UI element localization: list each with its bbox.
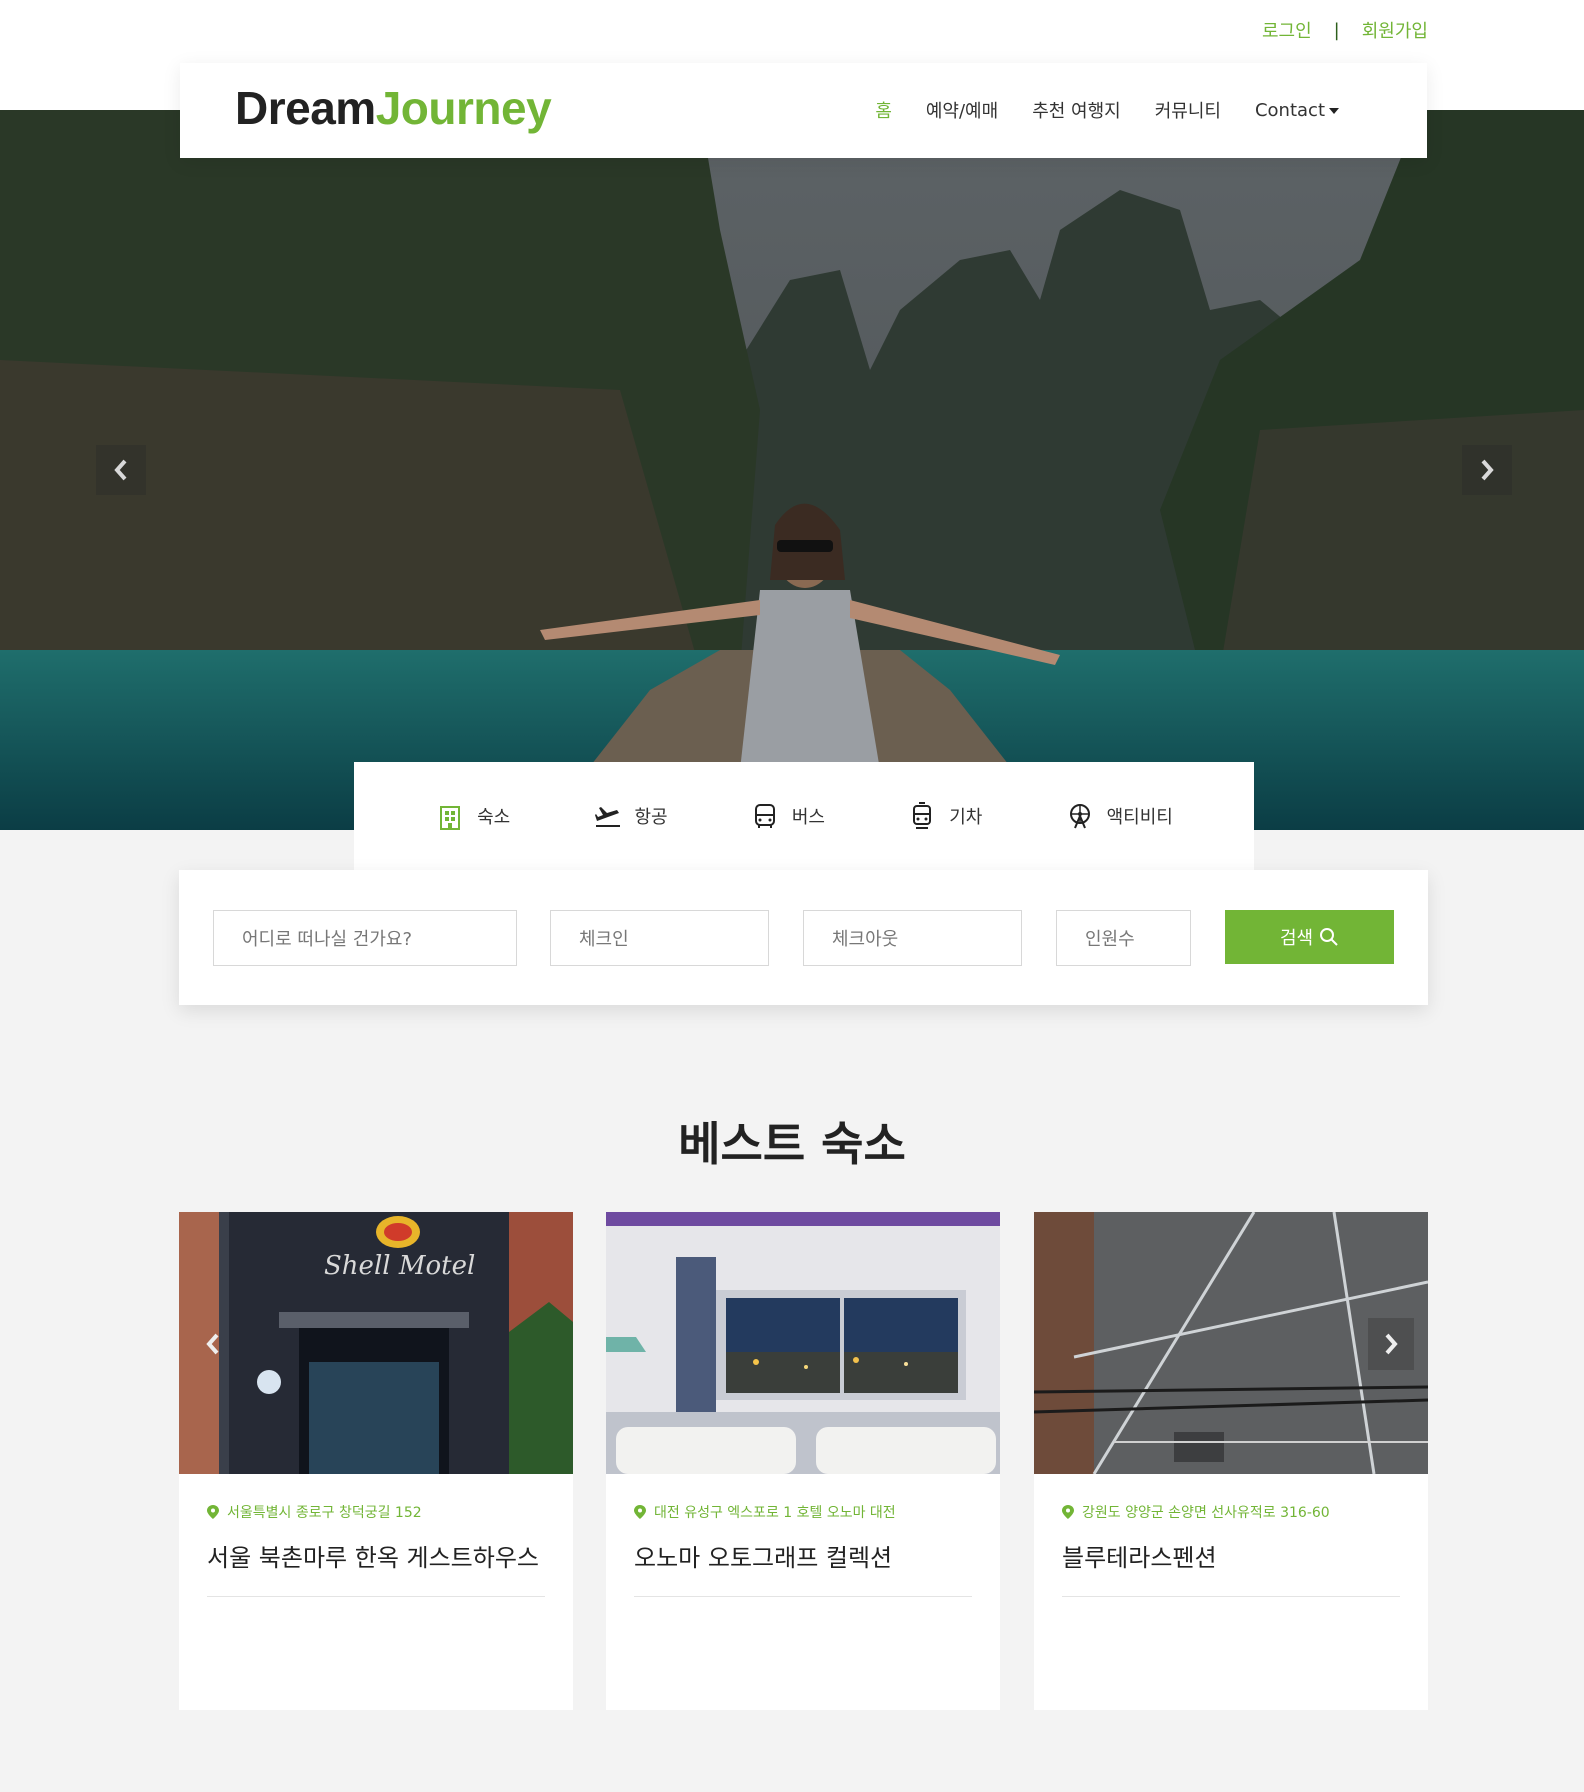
- lodging-image: Shell Motel: [179, 1212, 573, 1474]
- card-divider: [634, 1596, 972, 1597]
- bus-icon: [754, 804, 775, 828]
- plane-departure-icon: [594, 807, 620, 827]
- chevron-left-icon: [114, 459, 127, 481]
- lodging-address-text: 대전 유성구 엑스포로 1 호텔 오노마 대전: [654, 1505, 896, 1521]
- nav-menu: 홈 예약/예매 추천 여행지 커뮤니티 Contact: [875, 97, 1339, 123]
- lodging-address-text: 강원도 양양군 손양면 선사유적로 316-60: [1082, 1505, 1330, 1521]
- nav-item-label: 예약/예매: [925, 101, 999, 122]
- map-pin-icon: [1062, 1505, 1074, 1519]
- hero-image: [0, 110, 1584, 830]
- nav-item-label: 홈: [875, 101, 892, 122]
- hotel-room-photo: [606, 1212, 1000, 1474]
- search-button-label: 검색: [1279, 928, 1314, 949]
- guests-input[interactable]: 인원수: [1056, 910, 1191, 966]
- chevron-right-icon: [1481, 459, 1494, 481]
- checkin-input[interactable]: 체크인: [550, 910, 769, 966]
- nav-item-label: 커뮤니티: [1154, 101, 1221, 122]
- tab-bus[interactable]: 버스: [750, 801, 825, 831]
- tab-label: 기차: [949, 807, 983, 828]
- main-navbar: DreamJourney 홈 예약/예매 추천 여행지 커뮤니티 Contact: [180, 63, 1427, 158]
- building-icon: [440, 806, 461, 830]
- category-tabs: 숙소 항공 버스 기차 액티비티: [354, 762, 1254, 870]
- chevron-right-icon: [1385, 1333, 1398, 1355]
- lodging-name: 블루테라스펜션: [1062, 1544, 1217, 1572]
- tab-lodging[interactable]: 숙소: [435, 801, 510, 831]
- cards-next-button[interactable]: [1368, 1318, 1414, 1370]
- ferris-wheel-icon: [1069, 804, 1090, 829]
- section-title: 베스트 숙소: [678, 1117, 906, 1171]
- login-link[interactable]: 로그인: [1262, 17, 1312, 43]
- chevron-left-icon: [206, 1333, 219, 1355]
- lodging-address-text: 서울특별시 종로구 창덕궁길 152: [227, 1505, 422, 1521]
- cards-prev-button[interactable]: [190, 1318, 236, 1370]
- nav-item-label: Contact: [1254, 99, 1325, 121]
- lodging-image: [606, 1212, 1000, 1474]
- search-icon: [1320, 928, 1338, 946]
- search-panel: 어디로 떠나실 건가요? 체크인 체크아웃 인원수 검색: [179, 870, 1428, 1005]
- lodging-card[interactable]: 강원도 양양군 손양면 선사유적로 316-60 블루테라스펜션: [1034, 1212, 1428, 1710]
- logo-part-journey: Journey: [375, 82, 552, 134]
- caret-down-icon: [1329, 108, 1339, 114]
- nav-item-community[interactable]: 커뮤니티: [1155, 97, 1221, 123]
- hero-next-button[interactable]: [1462, 445, 1512, 495]
- tab-train[interactable]: 기차: [907, 801, 982, 831]
- nav-item-contact[interactable]: Contact: [1255, 97, 1339, 123]
- lodging-address: 강원도 양양군 손양면 선사유적로 316-60: [1062, 1502, 1330, 1522]
- tab-flight[interactable]: 항공: [593, 801, 668, 831]
- nav-item-booking[interactable]: 예약/예매: [926, 97, 998, 123]
- card-divider: [207, 1596, 545, 1597]
- map-pin-icon: [207, 1505, 219, 1519]
- signup-link[interactable]: 회원가입: [1362, 17, 1428, 43]
- lodging-card[interactable]: Shell Motel 서울특별시 종로구 창덕궁길 152 서울 북촌마루 한…: [179, 1212, 573, 1710]
- motel-sign-text: Shell Motel: [324, 1251, 475, 1281]
- destination-input[interactable]: 어디로 떠나실 건가요?: [213, 910, 517, 966]
- tab-label: 항공: [634, 807, 668, 828]
- logo-part-dream: Dream: [235, 82, 376, 134]
- hero-carousel: [0, 110, 1584, 830]
- logo[interactable]: DreamJourney: [235, 81, 552, 135]
- card-divider: [1062, 1596, 1400, 1597]
- lodging-address: 대전 유성구 엑스포로 1 호텔 오노마 대전: [634, 1502, 896, 1522]
- tab-label: 숙소: [477, 807, 511, 828]
- auth-separator: |: [1333, 19, 1340, 41]
- nav-item-label: 추천 여행지: [1032, 101, 1121, 122]
- lodging-name: 오노마 오토그래프 컬렉션: [634, 1544, 893, 1572]
- hero-prev-button[interactable]: [96, 445, 146, 495]
- lodging-card[interactable]: 대전 유성구 엑스포로 1 호텔 오노마 대전 오노마 오토그래프 컬렉션: [606, 1212, 1000, 1710]
- checkout-input[interactable]: 체크아웃: [803, 910, 1022, 966]
- nav-item-recommended[interactable]: 추천 여행지: [1032, 97, 1121, 123]
- tab-activity[interactable]: 액티비티: [1065, 801, 1173, 831]
- nav-item-home[interactable]: 홈: [875, 97, 892, 123]
- lodging-name: 서울 북촌마루 한옥 게스트하우스: [207, 1544, 540, 1572]
- motel-photo: Shell Motel: [179, 1212, 573, 1474]
- map-pin-icon: [634, 1505, 646, 1519]
- tab-label: 액티비티: [1106, 807, 1173, 828]
- search-button[interactable]: 검색: [1225, 910, 1394, 964]
- lodging-address: 서울특별시 종로구 창덕궁길 152: [207, 1502, 422, 1522]
- train-icon: [913, 802, 932, 829]
- tab-label: 버스: [791, 807, 825, 828]
- auth-links: 로그인 | 회원가입: [1262, 17, 1428, 43]
